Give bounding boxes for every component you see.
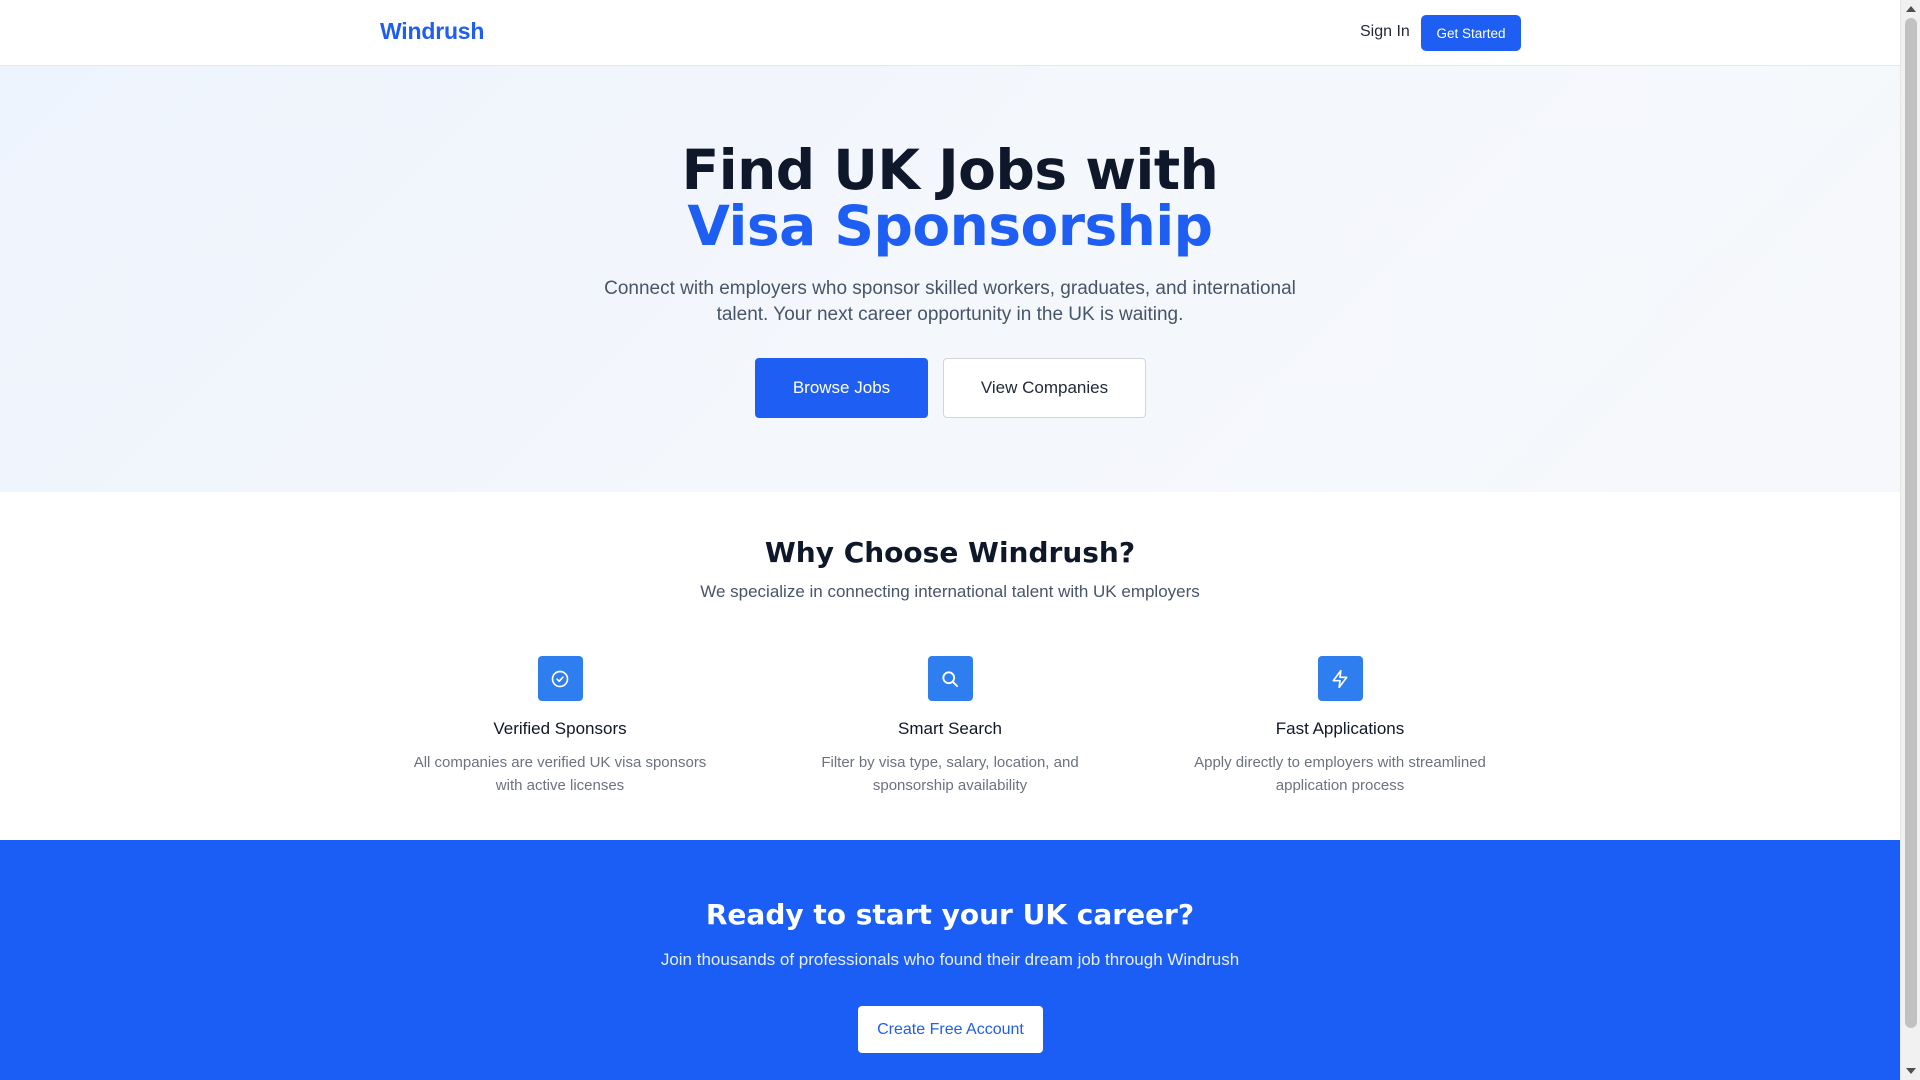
cta-section: Ready to start your UK career? Join thou… (0, 840, 1900, 1080)
hero-title-accent: Visa Sponsorship (687, 194, 1213, 258)
hero-section: Find UK Jobs with Visa Sponsorship Conne… (0, 66, 1900, 492)
search-icon (927, 656, 973, 701)
feature-description: Apply directly to employers with streaml… (1194, 754, 1486, 794)
hero-subtitle: Connect with employers who sponsor skill… (604, 278, 1296, 325)
lightning-icon (1317, 656, 1363, 701)
hero-title-line1: Find UK Jobs with (681, 138, 1219, 202)
browse-jobs-button[interactable]: Browse Jobs (755, 358, 928, 418)
feature-description: Filter by visa type, salary, location, a… (821, 754, 1079, 794)
check-circle-icon (537, 656, 583, 701)
top-nav: Windrush Sign In Get Started (0, 0, 1900, 66)
features-subtitle: We specialize in connecting internationa… (700, 582, 1200, 601)
feature-card-smart-search: Smart Search Filter by visa type, salary… (770, 656, 1130, 797)
create-account-button[interactable]: Create Free Account (858, 1006, 1043, 1053)
feature-card-verified-sponsors: Verified Sponsors All companies are veri… (380, 656, 740, 797)
logo[interactable]: Windrush (380, 18, 484, 45)
features-title: Why Choose Windrush? (764, 536, 1136, 569)
hero-title: Find UK Jobs with Visa Sponsorship (0, 142, 1900, 254)
feature-title: Verified Sponsors (493, 719, 627, 738)
scroll-up-arrow-icon[interactable] (1906, 6, 1916, 12)
feature-description: All companies are verified UK visa spons… (413, 754, 707, 794)
feature-title: Smart Search (898, 719, 1002, 738)
feature-title: Fast Applications (1275, 719, 1405, 738)
page: Windrush Sign In Get Started Find UK Job… (0, 0, 1900, 1080)
view-companies-button[interactable]: View Companies (943, 358, 1146, 418)
cta-title: Ready to start your UK career? (705, 898, 1195, 931)
scrollbar-thumb[interactable] (1905, 18, 1917, 1028)
get-started-button[interactable]: Get Started (1421, 15, 1521, 51)
scroll-down-arrow-icon[interactable] (1906, 1068, 1916, 1074)
sign-in-link[interactable]: Sign In (1360, 23, 1410, 41)
cta-subtitle: Join thousands of professionals who foun… (660, 950, 1240, 969)
features-section: Why Choose Windrush? We specialize in co… (0, 492, 1900, 840)
feature-card-fast-applications: Fast Applications Apply directly to empl… (1160, 656, 1520, 797)
vertical-scrollbar[interactable] (1900, 0, 1920, 1080)
